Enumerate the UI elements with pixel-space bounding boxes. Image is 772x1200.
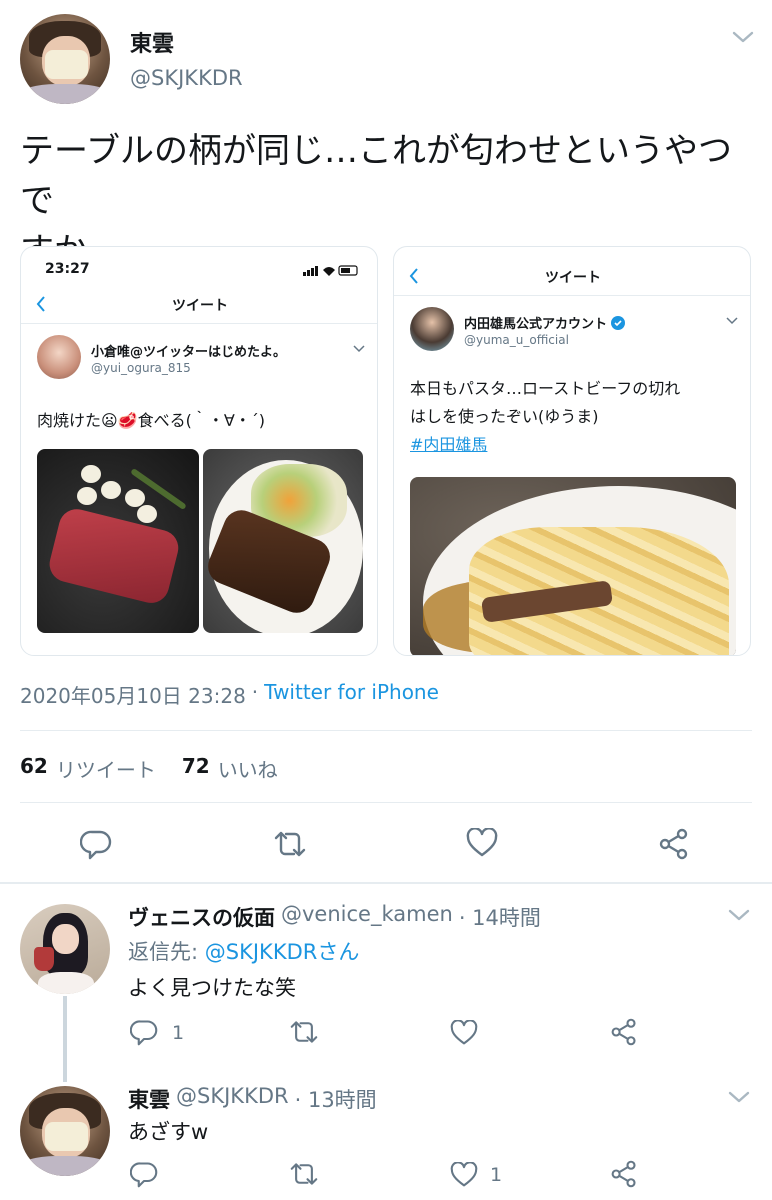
likes-count[interactable]: 72	[182, 754, 210, 783]
embed-author-handle: @yuma_u_official	[464, 333, 569, 347]
embed-tweet-text: 本日もパスタ…ローストビーフの切れ はしを使ったぞい(ゆうま) #内田雄馬	[410, 375, 680, 459]
share-icon[interactable]	[610, 1018, 638, 1046]
embed-divider	[394, 295, 750, 296]
status-time: 23:27	[45, 261, 90, 277]
reply-icon[interactable]	[80, 828, 112, 860]
meta-separator: ·	[251, 680, 259, 704]
reply-author-name[interactable]: ヴェニスの仮面	[128, 902, 275, 932]
retweets-label[interactable]: リツイート	[56, 754, 156, 783]
verified-icon	[611, 315, 626, 330]
stats-divider-top	[20, 730, 752, 731]
author-handle[interactable]: @SKJKKDR	[130, 66, 243, 90]
embed-hashtag: #内田雄馬	[410, 435, 488, 454]
retweet-icon[interactable]	[288, 1018, 320, 1046]
tweet-stats: 62 リツイート 72 いいね	[20, 754, 278, 783]
reply-to-line: 返信先: @SKJKKDRさん	[128, 936, 359, 966]
replies-divider	[0, 882, 772, 884]
embed-header-title: ツイート	[172, 298, 228, 314]
chevron-down-icon	[726, 317, 738, 325]
embed-author-avatar	[410, 307, 454, 351]
tweet-meta: 2020年05月10日 23:28 · Twitter for iPhone	[20, 680, 439, 709]
reply-author-handle[interactable]: @SKJKKDR	[176, 1084, 289, 1114]
reply-avatar[interactable]	[20, 1086, 110, 1176]
photo-pasta	[410, 477, 736, 655]
embed-tweet-text: 肉焼けた😦🥩食べる(｀・∀・´)	[37, 411, 266, 430]
like-count: 1	[490, 1164, 503, 1186]
tweet-timestamp[interactable]: 2020年05月10日 23:28	[20, 680, 246, 709]
reply-author-name[interactable]: 東雲	[128, 1084, 170, 1114]
tweet-text-line: テーブルの柄が同じ…これが匂わせというやつで	[20, 131, 732, 221]
chevron-down-icon[interactable]	[728, 1090, 750, 1104]
reply-header: 東雲 @SKJKKDR · 13時間	[128, 1084, 377, 1114]
media-image-left[interactable]: 23:27 ツイート 小倉唯@ツイッターはじめたよ。 @yui_ogura_81…	[20, 246, 378, 656]
embed-author-avatar	[37, 335, 81, 379]
reply-author-handle[interactable]: @venice_kamen	[281, 902, 453, 932]
share-icon[interactable]	[610, 1160, 638, 1188]
retweet-icon[interactable]	[288, 1160, 320, 1188]
embed-header-title: ツイート	[545, 270, 601, 286]
like-icon[interactable]	[466, 828, 498, 858]
reply-icon[interactable]	[130, 1018, 158, 1046]
embed-divider	[21, 323, 377, 324]
reply-header: ヴェニスの仮面 @venice_kamen · 14時間	[128, 902, 541, 932]
embed-text-line: 本日もパスタ…ローストビーフの切れ	[410, 379, 681, 398]
embed-author-handle: @yui_ogura_815	[91, 361, 191, 375]
reply-count: 1	[172, 1022, 185, 1044]
retweets-count[interactable]: 62	[20, 754, 48, 783]
reply-time[interactable]: · 14時間	[459, 902, 541, 932]
stats-divider-bottom	[20, 802, 752, 803]
reply-text: あざすw	[128, 1120, 209, 1144]
reply-to-prefix: 返信先:	[128, 940, 205, 964]
like-icon[interactable]	[450, 1162, 478, 1188]
chevron-down-icon[interactable]	[728, 908, 750, 922]
embed-author-name: 内田雄馬公式アカウント	[464, 317, 608, 332]
reply-text: よく見つけたな笑	[128, 976, 296, 1000]
author-name[interactable]: 東雲	[130, 26, 174, 58]
embed-author-name-row: 内田雄馬公式アカウント	[464, 313, 626, 332]
reply-avatar[interactable]	[20, 904, 110, 994]
reply-icon[interactable]	[130, 1160, 158, 1188]
photo-raw-steak	[37, 449, 199, 633]
embed-text-line: はしを使ったぞい(ゆうま)	[410, 407, 599, 426]
photo-cooked-steak	[203, 449, 363, 633]
tweet-client[interactable]: Twitter for iPhone	[264, 680, 439, 709]
chevron-down-icon	[353, 345, 365, 353]
thread-line	[63, 996, 67, 1082]
reply-time[interactable]: · 13時間	[295, 1084, 377, 1114]
chevron-down-icon[interactable]	[732, 30, 754, 44]
share-icon[interactable]	[658, 828, 690, 860]
like-icon[interactable]	[450, 1020, 478, 1046]
author-avatar[interactable]	[20, 14, 110, 104]
media-image-right[interactable]: ツイート 内田雄馬公式アカウント @yuma_u_official 本日もパスタ…	[393, 246, 751, 656]
embed-author-name: 小倉唯@ツイッターはじめたよ。	[91, 345, 287, 360]
likes-label[interactable]: いいね	[218, 754, 278, 783]
retweet-icon[interactable]	[272, 828, 308, 860]
reply-to-handle[interactable]: @SKJKKDRさん	[205, 940, 360, 964]
status-bar-icons	[303, 261, 361, 276]
